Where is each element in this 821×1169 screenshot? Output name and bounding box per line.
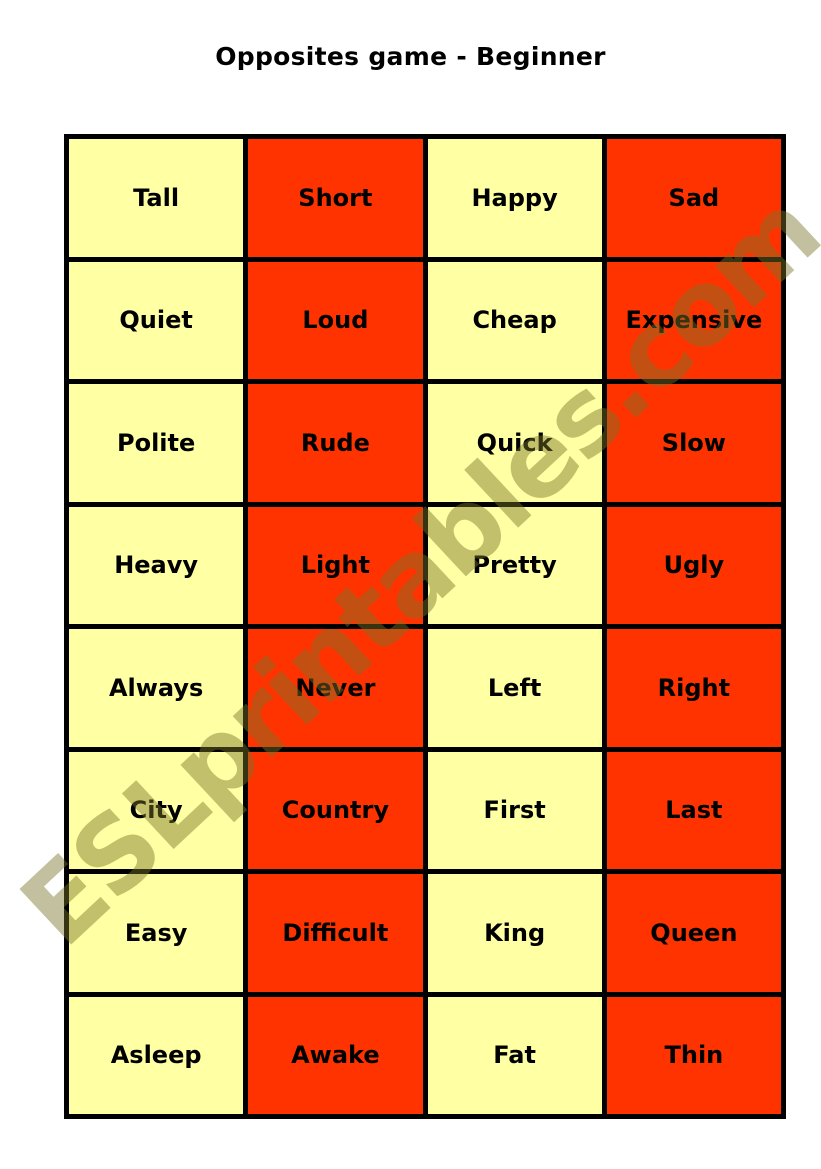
page-title: Opposites game - Beginner: [215, 42, 606, 71]
word-card: Thin: [606, 996, 781, 1114]
word-card: Awake: [248, 996, 423, 1114]
word-card: Asleep: [69, 996, 244, 1114]
word-card: Fat: [427, 996, 602, 1114]
watermark-area: ESLprintables.com: [0, 171, 821, 970]
watermark-text: ESLprintables.com: [0, 170, 821, 970]
